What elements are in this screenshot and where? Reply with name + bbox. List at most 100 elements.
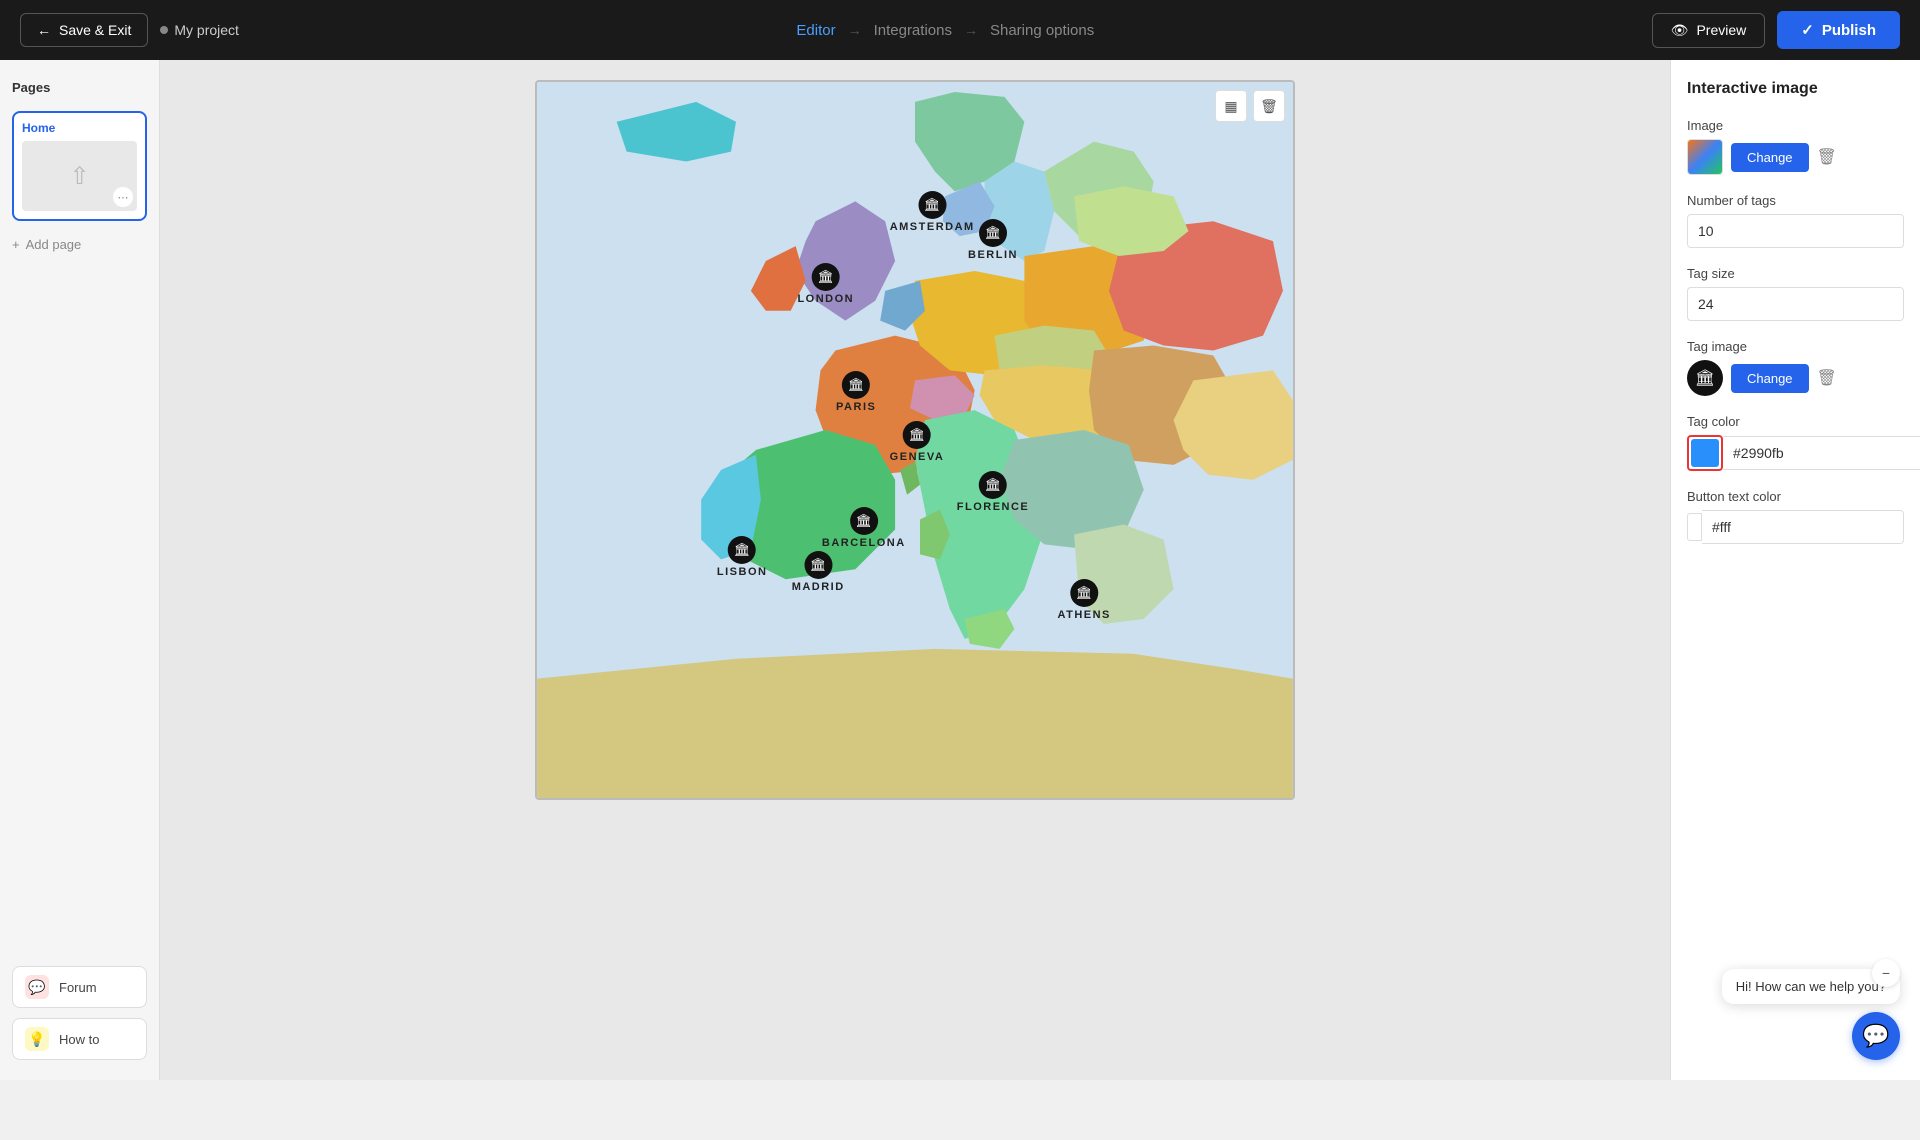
project-dot-icon xyxy=(160,26,168,34)
tag-color-field-group: Tag color xyxy=(1687,414,1904,471)
city-label: BARCELONA xyxy=(822,537,906,549)
image-row: Change 🗑 xyxy=(1687,139,1904,175)
howto-icon: 💡 xyxy=(25,1027,49,1051)
btn-color-input[interactable] xyxy=(1702,510,1904,544)
tag-color-input[interactable] xyxy=(1723,436,1920,470)
btn-color-label: Button text color xyxy=(1687,489,1904,504)
pin-icon: 🏛 xyxy=(728,536,756,564)
page-card-title: Home xyxy=(22,121,137,135)
topbar-center: Editor → Integrations → Sharing options xyxy=(796,22,1094,39)
add-page-label: Add page xyxy=(26,237,82,252)
check-icon: ✓ xyxy=(1801,21,1814,39)
pin-icon: 🏛 xyxy=(842,371,870,399)
right-panel: Interactive image Image Change 🗑 Number … xyxy=(1670,60,1920,1080)
nav-integrations[interactable]: Integrations xyxy=(874,22,952,39)
city-pin-berlin[interactable]: 🏛 BERLIN xyxy=(968,219,1018,261)
pages-title: Pages xyxy=(12,80,147,95)
city-label: LONDON xyxy=(797,293,854,305)
city-pin-athens[interactable]: 🏛 ATHENS xyxy=(1057,579,1110,621)
eye-icon: 👁 xyxy=(1671,22,1689,39)
save-exit-button[interactable]: ← Save & Exit xyxy=(20,13,148,47)
pin-icon: 🏛 xyxy=(804,551,832,579)
city-pin-madrid[interactable]: 🏛 MADRID xyxy=(792,551,845,593)
color-swatch-wrapper xyxy=(1687,435,1723,471)
city-pin-london[interactable]: 🏛 LONDON xyxy=(797,263,854,305)
forum-icon: 💬 xyxy=(25,975,49,999)
page-card-home[interactable]: Home ⇧ ⋯ xyxy=(12,111,147,221)
howto-label: How to xyxy=(59,1032,99,1047)
num-tags-field-group: Number of tags xyxy=(1687,193,1904,248)
tag-change-button[interactable]: Change xyxy=(1731,364,1809,393)
howto-button[interactable]: 💡 How to xyxy=(12,1018,147,1060)
back-arrow-icon: ← xyxy=(37,22,51,38)
add-page-button[interactable]: + Add page xyxy=(12,237,147,252)
image-label: Image xyxy=(1687,118,1904,133)
sidebar-tools: 💬 Forum 💡 How to xyxy=(12,966,147,1060)
num-tags-label: Number of tags xyxy=(1687,193,1904,208)
nav-arrow-1: → xyxy=(848,22,862,38)
city-label: ATHENS xyxy=(1057,609,1110,621)
nav-arrow-2: → xyxy=(964,22,978,38)
nav-sharing[interactable]: Sharing options xyxy=(990,22,1094,39)
chat-bubble-container: Hi! How can we help you? − xyxy=(1722,969,1900,1004)
tag-delete-button[interactable]: 🗑 xyxy=(1817,368,1837,388)
btn-color-swatch[interactable] xyxy=(1687,513,1702,541)
city-pin-barcelona[interactable]: 🏛 BARCELONA xyxy=(822,507,906,549)
duplicate-button[interactable]: ▦ xyxy=(1215,90,1247,122)
nav-editor[interactable]: Editor xyxy=(796,22,835,39)
city-label: FLORENCE xyxy=(957,501,1030,513)
forum-button[interactable]: 💬 Forum xyxy=(12,966,147,1008)
tag-size-field-group: Tag size xyxy=(1687,266,1904,321)
city-pin-lisbon[interactable]: 🏛 LISBON xyxy=(717,536,768,578)
sidebar: Pages Home ⇧ ⋯ + Add page 💬 Forum 💡 How … xyxy=(0,60,160,1080)
city-label: AMSTERDAM xyxy=(890,221,975,233)
topbar-right: 👁 Preview ✓ Publish xyxy=(1652,11,1900,49)
map-container[interactable]: 🏛 AMSTERDAM 🏛 LONDON 🏛 BERLIN 🏛 PARIS 🏛 … xyxy=(535,80,1295,800)
image-thumbnail xyxy=(1687,139,1723,175)
publish-label: Publish xyxy=(1822,22,1876,39)
page-thumb-upload-icon: ⇧ xyxy=(69,162,89,191)
image-thumb-inner xyxy=(1688,140,1722,174)
pin-icon: 🏛 xyxy=(979,471,1007,499)
pin-icon: 🏛 xyxy=(979,219,1007,247)
btn-color-row xyxy=(1687,510,1904,544)
tag-color-row xyxy=(1687,435,1904,471)
pin-icon: 🏛 xyxy=(918,191,946,219)
chat-widget: Hi! How can we help you? − 💬 xyxy=(1722,969,1900,1060)
topbar-left: ← Save & Exit My project xyxy=(20,13,239,47)
city-pin-geneva[interactable]: 🏛 GENEVA xyxy=(890,421,945,463)
pin-icon: 🏛 xyxy=(812,263,840,291)
page-thumbnail: ⇧ ⋯ xyxy=(22,141,137,211)
plus-icon: + xyxy=(12,237,20,252)
city-label: MADRID xyxy=(792,581,845,593)
city-label: PARIS xyxy=(836,401,876,413)
project-name: My project xyxy=(160,22,239,38)
city-label: BERLIN xyxy=(968,249,1018,261)
city-pin-amsterdam[interactable]: 🏛 AMSTERDAM xyxy=(890,191,975,233)
image-field-group: Image Change 🗑 xyxy=(1687,118,1904,175)
image-change-button[interactable]: Change xyxy=(1731,143,1809,172)
pin-icon: 🏛 xyxy=(850,507,878,535)
tag-size-input[interactable] xyxy=(1687,287,1904,321)
image-delete-button[interactable]: 🗑 xyxy=(1817,147,1837,167)
tag-color-swatch[interactable] xyxy=(1691,439,1719,467)
publish-button[interactable]: ✓ Publish xyxy=(1777,11,1900,49)
canvas-controls: ▦ 🗑 xyxy=(1215,90,1285,122)
canvas-area: 🏛 AMSTERDAM 🏛 LONDON 🏛 BERLIN 🏛 PARIS 🏛 … xyxy=(160,60,1670,1080)
main-layout: Pages Home ⇧ ⋯ + Add page 💬 Forum 💡 How … xyxy=(0,60,1920,1080)
city-pin-paris[interactable]: 🏛 PARIS xyxy=(836,371,876,413)
tag-size-label: Tag size xyxy=(1687,266,1904,281)
chat-open-button[interactable]: 💬 xyxy=(1852,1012,1900,1060)
chat-minimize-button[interactable]: − xyxy=(1872,959,1900,987)
city-label: LISBON xyxy=(717,566,768,578)
topbar: ← Save & Exit My project Editor → Integr… xyxy=(0,0,1920,60)
pin-icon: 🏛 xyxy=(903,421,931,449)
preview-label: Preview xyxy=(1696,22,1746,38)
delete-button[interactable]: 🗑 xyxy=(1253,90,1285,122)
pin-icon: 🏛 xyxy=(1070,579,1098,607)
save-exit-label: Save & Exit xyxy=(59,22,131,38)
preview-button[interactable]: 👁 Preview xyxy=(1652,13,1766,48)
page-options-button[interactable]: ⋯ xyxy=(113,187,133,207)
city-pin-florence[interactable]: 🏛 FLORENCE xyxy=(957,471,1030,513)
num-tags-input[interactable] xyxy=(1687,214,1904,248)
